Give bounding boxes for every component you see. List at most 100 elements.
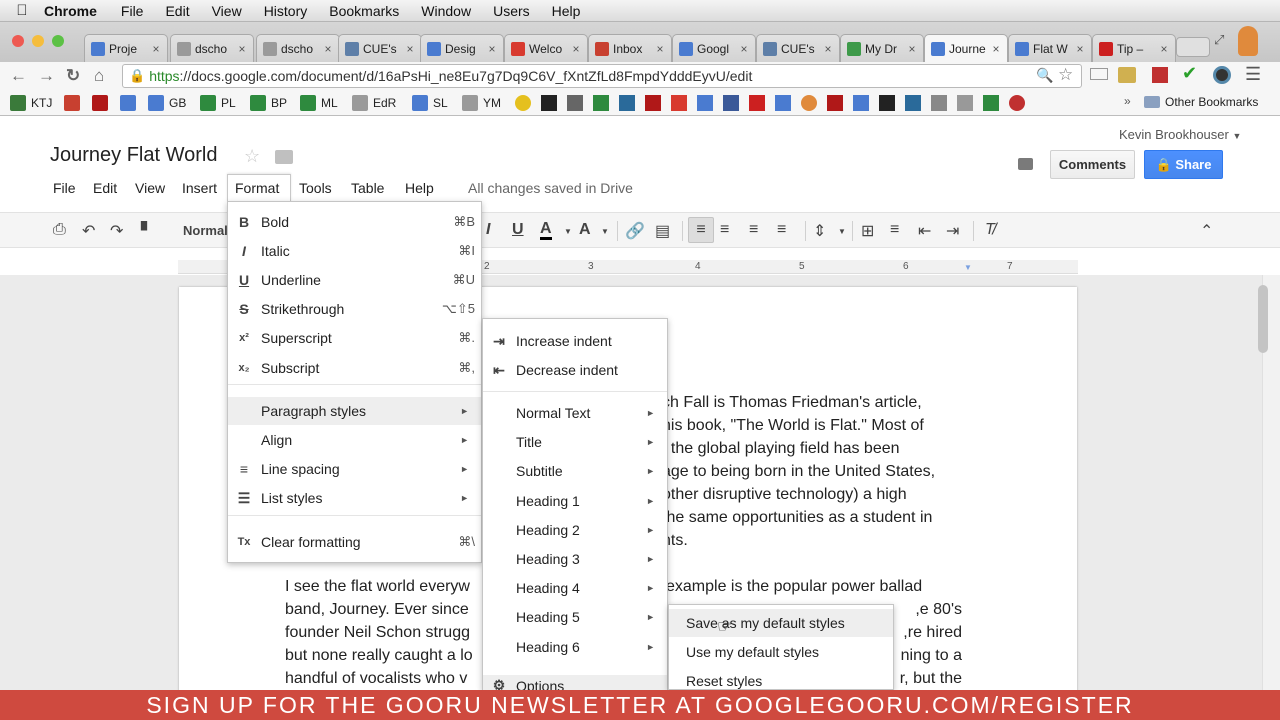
right-indent-marker[interactable]: ▼ bbox=[964, 263, 972, 272]
paragraph-style-item[interactable]: Normal Text ► bbox=[483, 399, 667, 427]
close-tab-icon[interactable]: × bbox=[1073, 42, 1087, 56]
browser-tab[interactable]: dscho × bbox=[256, 34, 340, 62]
close-tab-icon[interactable]: × bbox=[653, 42, 667, 56]
chevron-down-icon[interactable]: ▼ bbox=[838, 227, 846, 236]
zoom-window-button[interactable] bbox=[52, 35, 64, 47]
extension-icon[interactable] bbox=[1213, 66, 1231, 84]
close-tab-icon[interactable]: × bbox=[321, 42, 335, 56]
save-default-styles-item[interactable]: Save as my default styles bbox=[669, 609, 893, 637]
close-tab-icon[interactable]: × bbox=[1157, 42, 1171, 56]
bookmark-icon[interactable] bbox=[541, 95, 557, 111]
undo-icon[interactable]: ↶ bbox=[82, 221, 95, 241]
format-menu-item-subscript[interactable]: x₂ Subscript ⌘, bbox=[228, 354, 481, 382]
paint-format-icon[interactable]: ▘ bbox=[141, 221, 153, 241]
bookmark-icon[interactable] bbox=[801, 95, 817, 111]
bookmark-item[interactable]: ML bbox=[300, 95, 338, 111]
menu-format[interactable]: Format bbox=[235, 180, 279, 196]
bookmark-item[interactable] bbox=[120, 95, 141, 111]
menubar-window[interactable]: Window bbox=[421, 3, 471, 19]
format-menu-item-superscript[interactable]: x² Superscript ⌘. bbox=[228, 324, 481, 352]
bookmark-icon[interactable] bbox=[619, 95, 635, 111]
increase-indent-icon[interactable]: ⇥ bbox=[946, 221, 959, 241]
align-right-icon[interactable]: ≡ bbox=[749, 221, 758, 239]
extension-icon[interactable] bbox=[1152, 67, 1168, 83]
close-tab-icon[interactable]: × bbox=[821, 42, 835, 56]
mail-extension-icon[interactable] bbox=[1090, 68, 1108, 80]
browser-tab[interactable]: Googl × bbox=[672, 34, 756, 62]
bookmark-icon[interactable] bbox=[931, 95, 947, 111]
format-menu-item-underline[interactable]: U Underline ⌘U bbox=[228, 266, 481, 294]
browser-tab[interactable]: Flat W × bbox=[1008, 34, 1092, 62]
bookmark-icon[interactable] bbox=[983, 95, 999, 111]
bookmark-icon[interactable] bbox=[775, 95, 791, 111]
other-bookmarks[interactable]: Other Bookmarks bbox=[1144, 95, 1258, 109]
fullscreen-icon[interactable]: ⤢ bbox=[1214, 32, 1224, 48]
line-spacing-icon[interactable]: ⇕ bbox=[813, 221, 826, 241]
paragraph-style-item[interactable]: Heading 5 ► bbox=[483, 603, 667, 631]
apple-icon[interactable]:  bbox=[0, 2, 44, 19]
bookmark-item[interactable]: PL bbox=[200, 95, 236, 111]
browser-tab[interactable]: CUE's × bbox=[338, 34, 422, 62]
menu-help[interactable]: Help bbox=[405, 180, 434, 196]
bulleted-list-icon[interactable]: ≡ bbox=[890, 221, 899, 239]
paragraph-style-item[interactable]: Heading 3 ► bbox=[483, 545, 667, 573]
bookmark-icon[interactable] bbox=[853, 95, 869, 111]
menubar-view[interactable]: View bbox=[212, 3, 242, 19]
address-bar[interactable]: 🔒 https://docs.google.com/document/d/16a… bbox=[122, 64, 1082, 88]
paragraph-style-item[interactable]: Subtitle ► bbox=[483, 457, 667, 485]
back-arrow-icon[interactable]: ← bbox=[10, 66, 27, 86]
close-tab-icon[interactable]: × bbox=[235, 42, 249, 56]
bookmark-item[interactable]: BP bbox=[250, 95, 287, 111]
print-icon[interactable]: ⎙ bbox=[53, 221, 66, 239]
bookmark-icon[interactable] bbox=[593, 95, 609, 111]
highlight-color-icon[interactable]: A bbox=[579, 221, 591, 239]
chat-icon[interactable] bbox=[1018, 158, 1033, 170]
new-tab-button[interactable] bbox=[1176, 37, 1210, 57]
bookmark-icon[interactable] bbox=[879, 95, 895, 111]
browser-tab[interactable]: My Dr × bbox=[840, 34, 924, 62]
home-icon[interactable]: ⌂ bbox=[94, 66, 104, 86]
decrease-indent-item[interactable]: ⇤ Decrease indent bbox=[483, 356, 667, 384]
bookmark-icon[interactable] bbox=[957, 95, 973, 111]
close-tab-icon[interactable]: × bbox=[989, 42, 1003, 56]
zoom-icon[interactable]: 🔍 bbox=[1036, 67, 1053, 84]
format-menu-item-clear-formatting[interactable]: Tx Clear formatting ⌘\ bbox=[228, 528, 481, 556]
bookmark-item[interactable]: KTJ bbox=[10, 95, 52, 111]
format-menu-item-paragraph-styles[interactable]: Paragraph styles ► bbox=[228, 397, 481, 425]
menubar-file[interactable]: File bbox=[121, 3, 144, 19]
justify-icon[interactable]: ≡ bbox=[777, 221, 786, 239]
menu-view[interactable]: View bbox=[135, 180, 165, 196]
star-icon[interactable]: ☆ bbox=[244, 146, 260, 167]
bookmark-item[interactable] bbox=[92, 95, 113, 111]
bookmark-icon[interactable] bbox=[905, 95, 921, 111]
bookmark-icon[interactable] bbox=[1009, 95, 1025, 111]
use-default-styles-item[interactable]: Use my default styles bbox=[669, 638, 893, 666]
bookmark-icon[interactable] bbox=[671, 95, 687, 111]
browser-tab[interactable]: Proje × bbox=[84, 34, 168, 62]
menubar-help[interactable]: Help bbox=[552, 3, 581, 19]
format-menu-item-bold[interactable]: B Bold ⌘B bbox=[228, 208, 481, 236]
comments-button[interactable]: Comments bbox=[1050, 150, 1135, 179]
chrome-menu-icon[interactable]: ☰ bbox=[1245, 64, 1261, 85]
align-center-icon[interactable]: ≡ bbox=[720, 221, 729, 239]
browser-tab[interactable]: Inbox × bbox=[588, 34, 672, 62]
bookmark-icon[interactable] bbox=[827, 95, 843, 111]
menubar-bookmarks[interactable]: Bookmarks bbox=[329, 3, 399, 19]
menubar-app-name[interactable]: Chrome bbox=[44, 3, 97, 19]
paragraph-style-item[interactable]: Heading 6 ► bbox=[483, 633, 667, 661]
close-tab-icon[interactable]: × bbox=[149, 42, 163, 56]
decrease-indent-icon[interactable]: ⇤ bbox=[918, 221, 931, 241]
close-tab-icon[interactable]: × bbox=[905, 42, 919, 56]
paragraph-style-item[interactable]: Heading 4 ► bbox=[483, 574, 667, 602]
paragraph-style-item[interactable]: Title ► bbox=[483, 428, 667, 456]
share-button[interactable]: 🔒 Share bbox=[1144, 150, 1223, 179]
reload-icon[interactable]: ↻ bbox=[66, 66, 80, 86]
menubar-edit[interactable]: Edit bbox=[165, 3, 189, 19]
close-window-button[interactable] bbox=[12, 35, 24, 47]
checkmark-icon[interactable]: ✔ bbox=[1182, 63, 1197, 84]
close-tab-icon[interactable]: × bbox=[485, 42, 499, 56]
bookmark-item[interactable]: EdR bbox=[352, 95, 396, 111]
bookmark-item[interactable]: SL bbox=[412, 95, 448, 111]
forward-arrow-icon[interactable]: → bbox=[38, 66, 55, 86]
browser-tab[interactable]: Journe × bbox=[924, 34, 1008, 63]
